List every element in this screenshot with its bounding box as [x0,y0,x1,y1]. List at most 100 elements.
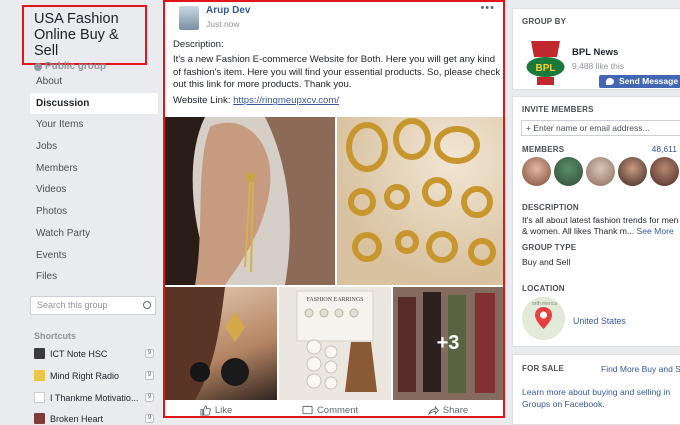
shortcut-ict-note[interactable]: ICT Note HSC 9 [34,346,156,361]
nav-your-items[interactable]: Your Items [30,114,158,136]
earring-card-text: FASHION EARRINGS [306,297,363,303]
earring-closeup-art [165,287,249,400]
member-avatar[interactable] [650,157,679,186]
shortcut-icon [34,348,45,359]
group-by-card: GROUP BY BPL BPL News 9,488 like this Se… [512,8,680,90]
shortcut-mind-right[interactable]: Mind Right Radio 9 [34,368,156,383]
shortcut-label: Mind Right Radio [50,370,120,381]
member-avatar[interactable] [554,157,583,186]
bpl-logo-icon[interactable]: BPL [523,35,568,87]
post-heading: Description: [173,39,224,50]
group-by-label: GROUP BY [522,17,567,26]
thumbs-up-icon [200,404,211,416]
nav-files[interactable]: Files [30,266,158,288]
map-art: orth merica [522,297,565,340]
svg-text:BPL: BPL [536,63,556,74]
earring-set-art: FASHION EARRINGS [296,290,377,392]
members-count[interactable]: 48,611 [652,144,677,154]
comment-icon [302,405,313,414]
location-label: LOCATION [522,284,565,293]
left-column: USA Fashion Online Buy & Sell Public gro… [0,0,158,425]
messenger-icon [606,78,614,85]
for-sale-card: FOR SALE Find More Buy and Se Learn more… [512,354,680,425]
shortcut-i-thankme[interactable]: I Thankme Motivatio... 9 [34,390,156,405]
shortcut-badge: 9 [145,371,154,380]
post-time[interactable]: Just now [206,19,240,29]
shortcuts-heading: Shortcuts [34,331,77,341]
link-label: Website Link: [173,95,231,107]
shortcut-icon [34,392,45,403]
group-header: USA Fashion Online Buy & Sell Public gro… [22,5,147,72]
more-photos-overlay[interactable]: +3 [393,287,503,400]
members-label: MEMBERS [522,145,565,154]
share-label: Share [442,404,469,416]
share-button[interactable]: Share [427,402,469,418]
post-photo-dresses[interactable]: +3 [393,287,503,400]
post-photo-model[interactable] [165,117,335,285]
member-avatar[interactable] [522,157,551,186]
nav-members[interactable]: Members [30,158,158,180]
nav-events[interactable]: Events [30,245,158,267]
search-placeholder: Search this group [37,300,108,310]
page-name[interactable]: BPL News [572,47,618,58]
invite-label: INVITE MEMBERS [522,105,594,114]
see-more-link[interactable]: See More [636,226,673,236]
post-body: It's a new Fashion E-commerce Website fo… [173,53,501,91]
description-label: DESCRIPTION [522,203,579,212]
send-message-label: Send Message [619,76,679,86]
map-label: orth merica [532,301,557,307]
post-text: Description: It's a new Fashion E-commer… [173,39,501,110]
shortcut-badge: 9 [145,414,154,423]
post-photo-earring-closeup[interactable] [165,287,277,400]
nav-discussion[interactable]: Discussion [30,92,158,115]
member-avatar[interactable] [586,157,615,186]
nav-jobs[interactable]: Jobs [30,136,158,158]
for-sale-label: FOR SALE [522,364,565,373]
post-photo-gold-earrings[interactable] [337,117,503,285]
shortcut-icon [34,413,45,424]
globe-icon [34,62,42,71]
post-link-line: Website Link: https://ringmeupxcv.com/ [173,95,501,108]
page-likes: 9,488 like this [572,61,624,71]
send-message-button[interactable]: Send Message [599,75,680,88]
nav-videos[interactable]: Videos [30,179,158,201]
shortcut-broken-heart[interactable]: Broken Heart 9 [34,411,156,425]
shortcut-label: I Thankme Motivatio... [50,392,139,403]
model-photo-art [165,117,335,285]
shortcut-icon [34,370,45,381]
group-info-card: INVITE MEMBERS + Enter name or email add… [512,96,680,347]
comment-button[interactable]: Comment [302,402,358,418]
post-card: Arup Dev Just now ••• Description: It's … [163,0,505,418]
nav-about[interactable]: About [30,71,158,93]
search-icon[interactable] [143,301,151,309]
comment-label: Comment [316,404,359,416]
group-type-label: GROUP TYPE [522,243,577,252]
group-nav: About Discussion Your Items Jobs Members… [30,71,158,288]
group-type-value: Buy and Sell [522,257,571,267]
gold-earrings-art [346,118,496,266]
find-more-link[interactable]: Find More Buy and Se [601,364,680,374]
nav-watch-party[interactable]: Watch Party [30,223,158,245]
group-search-input[interactable]: Search this group [30,296,156,315]
group-title[interactable]: USA Fashion Online Buy & Sell [34,11,145,59]
nav-photos[interactable]: Photos [30,201,158,223]
map-pin-icon[interactable]: orth merica [522,297,565,340]
member-avatar[interactable] [618,157,647,186]
for-sale-text[interactable]: Learn more about buying and selling in G… [522,387,680,410]
more-options-icon[interactable]: ••• [480,2,495,14]
like-label: Like [214,404,233,416]
author-name[interactable]: Arup Dev [206,5,250,16]
post-photo-earring-set[interactable]: FASHION EARRINGS [279,287,391,400]
shortcut-label: Broken Heart [50,413,104,424]
shortcut-badge: 9 [145,349,154,358]
share-icon [427,404,439,416]
author-avatar[interactable] [179,6,199,30]
shortcut-badge: 9 [145,393,154,402]
website-link[interactable]: https://ringmeupxcv.com/ [233,95,339,106]
post-actions: Like Comment Share [165,402,503,418]
invite-input[interactable]: + Enter name or email address... [521,120,680,136]
location-value[interactable]: United States [573,316,626,326]
description-text: It's all about latest fashion trends for… [522,215,680,237]
like-button[interactable]: Like [200,402,232,418]
shortcut-label: ICT Note HSC [50,348,108,359]
